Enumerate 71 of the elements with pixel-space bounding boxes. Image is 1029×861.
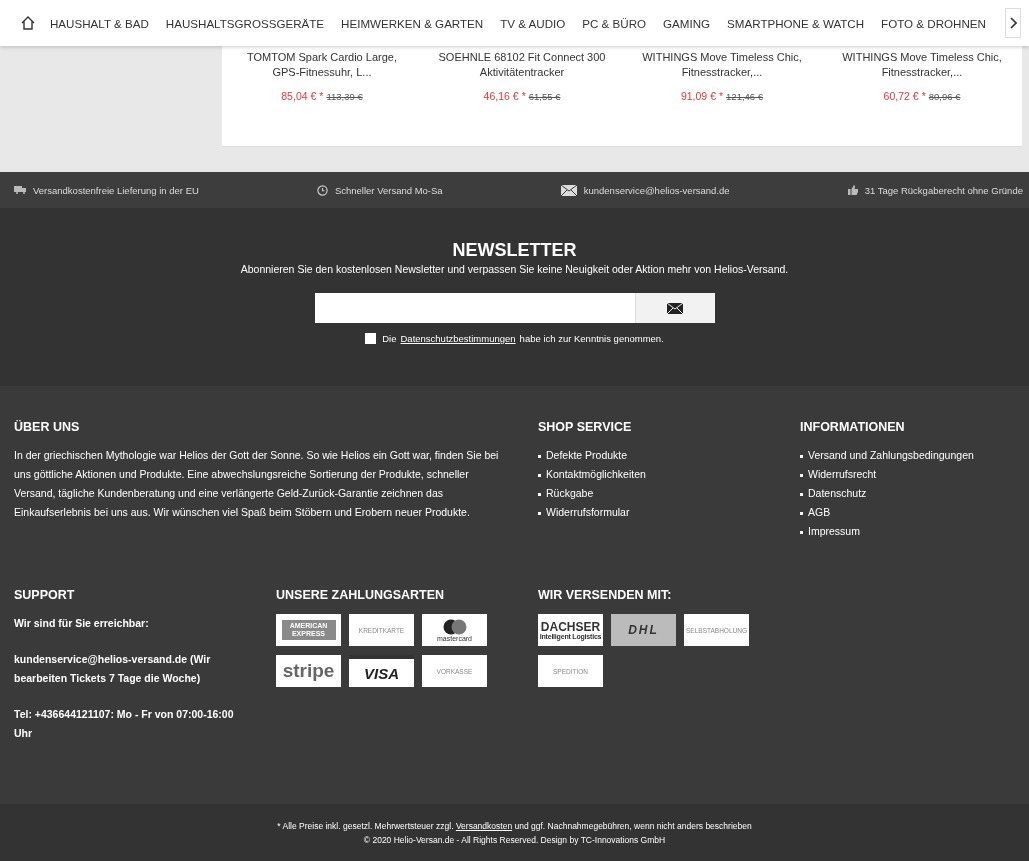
payment-logo: stripe (276, 655, 341, 687)
consent-checkbox[interactable] (365, 333, 377, 344)
nav-link[interactable]: FOTO & DROHNEN (881, 16, 986, 30)
original-price: 80,96 € (928, 91, 961, 102)
nav-link[interactable]: PC & BÜRO (582, 16, 647, 30)
section-heading: UNSERE ZAHLUNGSARTEN (276, 588, 446, 602)
footnote-label: * (719, 90, 724, 102)
section-heading: ÜBER UNS (14, 420, 81, 434)
copyright-text: © 2020 Helio-Versan.de - All Rights Reserved. Design by TC-Innovations GmbH (362, 835, 667, 845)
carrier-logo: DHL (611, 614, 676, 646)
nav-link[interactable]: TV & AUDIO (500, 16, 566, 30)
original-price: 121,46 € (726, 91, 764, 102)
footer-link[interactable]: Impressum (800, 522, 1015, 541)
footnote-label: * (921, 90, 926, 102)
shipping-costs-link[interactable]: Versandkosten (455, 821, 513, 831)
original-price: 113,39 € (326, 91, 363, 102)
nav-link[interactable]: HEIMWERKEN & GARTEN (341, 16, 484, 30)
nav-link[interactable]: HAUSHALT & BAD (50, 16, 149, 30)
privacy-policy-link[interactable]: Datenschutzbestimmungen (400, 333, 516, 344)
product-name[interactable]: WITHINGS Move Timeless Chic, Fitnesstracker,... (837, 50, 1007, 82)
product-price: 46,16 € (483, 90, 519, 102)
envelope-icon (667, 302, 683, 314)
overlapping-circles-icon (442, 618, 467, 635)
section-heading: SUPPORT (14, 588, 76, 602)
nav-link[interactable]: SMARTPHONE & WATCH (727, 16, 865, 30)
chevron-right-icon (1009, 17, 1017, 29)
legal-text: und ggf. Nachnahmegebühren, wenn nicht anders beschrieben (514, 821, 752, 831)
footer-link[interactable]: Versand und Zahlungsbedingungen (800, 446, 1015, 465)
subscribe-button[interactable] (634, 293, 715, 323)
footer-link[interactable]: Defekte Produkte (538, 446, 800, 465)
footnote-label: * (319, 90, 324, 102)
newsletter-description: Abonnieren Sie den kostenlosen Newsletter und verpassen Sie keine Neuigkeit oder Aktion mehr von Helios-Versand. (240, 263, 789, 275)
service-text: kundenservice@helios-versand.de (583, 184, 730, 196)
footnote-label: * (521, 90, 526, 102)
support-text: Tel: +436644121107: Mo - Fr von 07:00-16:00 Uhr (14, 707, 234, 741)
consent-text: habe ich zur Kenntnis genommen. (519, 333, 664, 344)
product-name[interactable]: SOEHNLE 68102 Fit Connect 300 Aktivitätentracker (437, 50, 607, 82)
envelope-icon (560, 184, 577, 196)
section-heading: SHOP SERVICE (538, 420, 633, 434)
truck-icon (14, 186, 26, 194)
section-heading: INFORMATIONEN (800, 420, 906, 434)
about-text: In der griechischen Mythologie war Helios der Gott der Sonne. So wie Helios ein Gott war, finden Sie bei uns göttliche Aktionen und Produkte. Eine abwechslungsreiche Sortierung der Produkte, schneller Versand, tägliche Kundenberatung und eine verlängerte Geld-Zurück-Garantie zeichnen das Einkaufserlebnis bei uns aus. Wir wünschen viel Spaß beim Stöbern und Erobern neuer Produkte. (14, 448, 500, 520)
support-text: Wir sind für Sie erreichbar: (14, 616, 150, 631)
nav-link[interactable]: HAUSHALTSGROSSGERÄTE (165, 16, 325, 30)
product-name[interactable]: WITHINGS Move Timeless Chic, Fitnesstracker,... (637, 50, 807, 82)
next-arrow-button[interactable] (1005, 8, 1021, 38)
footer-link[interactable]: Kontaktmöglichkeiten (538, 465, 800, 484)
consent-text: Die (382, 333, 397, 344)
product-price: 85,04 € (281, 90, 317, 102)
service-text: Versandkostenfreie Lieferung in der EU (33, 184, 199, 196)
section-heading: WIR VERSENDEN MIT: (538, 588, 673, 602)
home-icon[interactable] (20, 15, 36, 31)
original-price: 61,55 € (528, 91, 561, 102)
footer-link[interactable]: Widerrufsformular (538, 503, 800, 522)
footer-link[interactable]: Widerrufsrecht (800, 465, 1015, 484)
product-price: 60,72 € (883, 90, 919, 102)
email-input-field[interactable] (314, 293, 635, 323)
footer-link[interactable]: AGB (800, 503, 1015, 522)
legal-text: * Alle Preise inkl. gesetzl. Mehrwertsteuer zzgl. (277, 821, 454, 831)
product-name[interactable]: TOMTOM Spark Cardio Large, GPS-Fitnessuhr, L... (237, 50, 407, 82)
nav-link[interactable]: GAMING (663, 16, 711, 30)
product-price: 91,09 € (680, 90, 716, 102)
service-text: Schneller Versand Mo-Sa (334, 184, 443, 196)
newsletter-title: NEWSLETTER (452, 240, 577, 261)
support-text: kundenservice@helios-versand.de (Wir bearbeiten Tickets 7 Tage die Woche) (14, 652, 212, 686)
service-text: 31 Tage Rückgaberecht ohne Gründe (864, 184, 1023, 196)
payment-logo: VISA (349, 655, 414, 687)
clock-icon (316, 184, 328, 196)
footer-link[interactable]: Rückgabe (538, 484, 800, 503)
thumbs-up-icon (847, 185, 858, 195)
footer-link[interactable]: Datenschutz (800, 484, 1015, 503)
